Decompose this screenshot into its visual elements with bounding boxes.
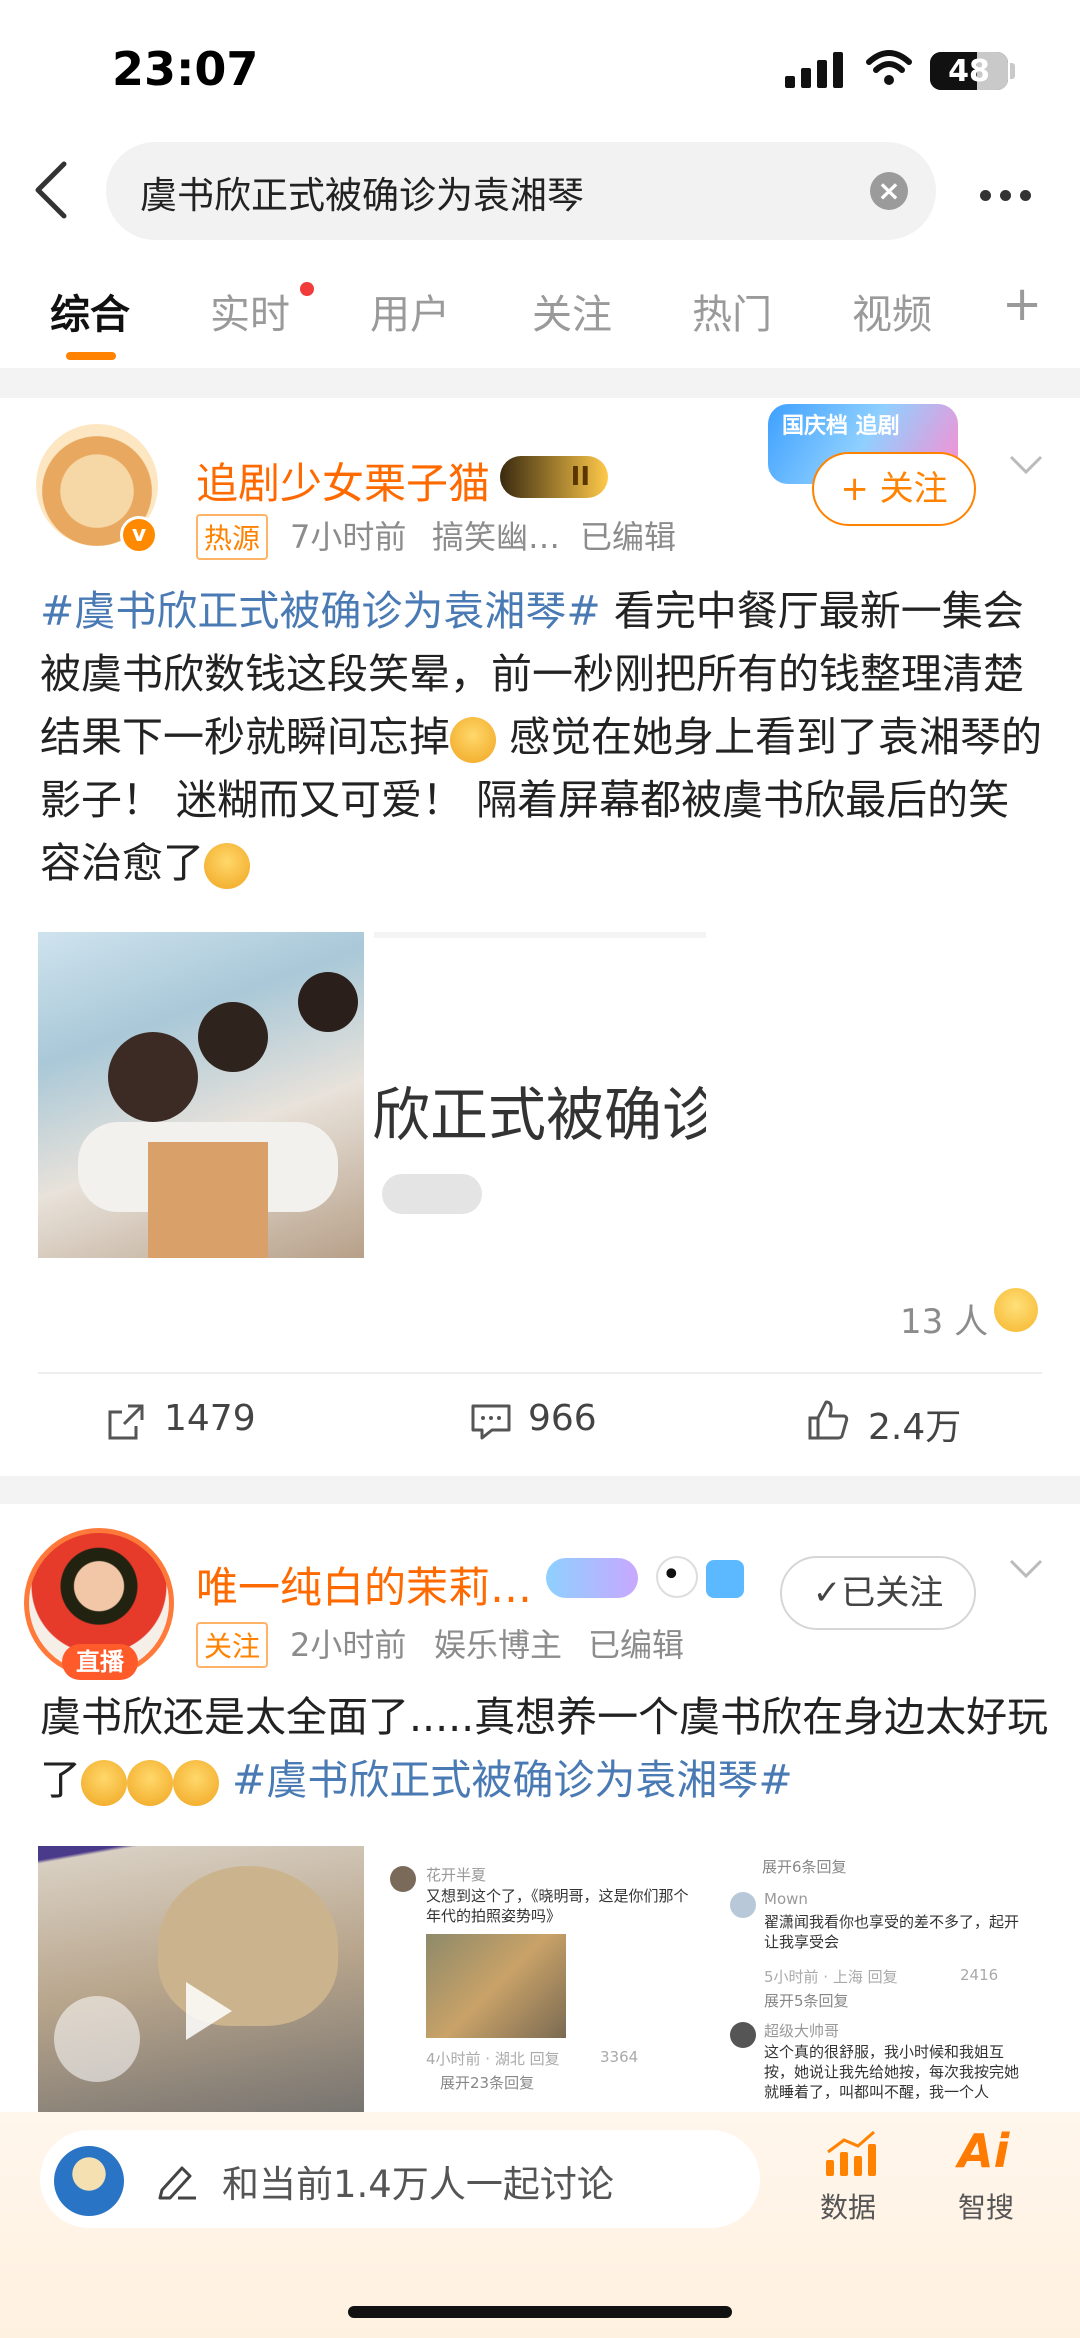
data-label[interactable]: 数据 xyxy=(820,2186,876,2226)
like-icon[interactable] xyxy=(806,1398,850,1442)
comment-user: Mown xyxy=(764,1890,808,1908)
tab-comprehensive[interactable]: 综合 xyxy=(50,282,130,340)
post2-time: 2小时前 xyxy=(290,1626,407,1664)
post2-badges xyxy=(546,1556,746,1602)
ai-search-label[interactable]: 智搜 xyxy=(958,2186,1014,2226)
post2-comment-screenshot-1[interactable]: 花开半夏 又想到这个了，《晓明哥，这是你们那个年代的拍照姿势吗》 4小时前 · … xyxy=(374,1846,706,2112)
comment-user: 花开半夏 xyxy=(426,1866,487,1884)
post1-image-2[interactable]: 欣正式被确诊 xyxy=(374,932,706,1258)
new-content-dot xyxy=(300,282,314,296)
comment-meta: 4小时前 · 湖北 回复 xyxy=(426,2050,560,2068)
comment-expand: 展开5条回复 xyxy=(764,1992,849,2010)
live-badge: 直播 xyxy=(62,1644,138,1680)
follow-button[interactable]: + 关注 xyxy=(812,452,976,526)
crying-face-emoji-icon xyxy=(81,1760,127,1806)
tab-realtime[interactable]: 实时 xyxy=(210,282,290,340)
wifi-icon xyxy=(866,50,912,85)
post2-hashtag[interactable]: #虞书欣正式被确诊为袁湘琴# xyxy=(232,1756,793,1804)
verified-icon: v xyxy=(120,516,158,554)
hot-source-tag: 热源 xyxy=(196,514,269,560)
post2-edited: 已编辑 xyxy=(588,1626,685,1664)
post1-username[interactable]: 追剧少女栗子猫 xyxy=(196,450,490,511)
post1-text: #虞书欣正式被确诊为袁湘琴# 看完中餐厅最新一集会被虞书欣数钱这段笑晕，前一秒刚… xyxy=(40,580,1050,895)
post1-image-1[interactable] xyxy=(38,932,364,1258)
comment-text: 这个真的很舒服，我小时候和我姐互按，她说让我先给她按，每次我按完她就睡着了，叫都… xyxy=(764,2043,1020,2101)
home-indicator[interactable] xyxy=(348,2306,732,2318)
tab-video[interactable]: 视频 xyxy=(852,282,936,340)
post-divider xyxy=(0,1476,1080,1504)
clear-search-icon[interactable]: × xyxy=(870,172,908,210)
post1-action-divider xyxy=(38,1372,1042,1374)
post1-time: 7小时前 xyxy=(290,518,407,556)
comment-likes: 3364 xyxy=(600,2048,639,2066)
user-avatar[interactable] xyxy=(54,2146,124,2216)
play-icon[interactable] xyxy=(178,1976,238,2046)
comment-expand: 展开23条回复 xyxy=(440,2074,535,2092)
comment-text: 翟潇闻我看你也享受的差不多了，起开让我享受会 xyxy=(764,1913,1020,1951)
post1-edited: 已编辑 xyxy=(580,518,677,556)
dog-face-emoji-icon xyxy=(450,717,496,763)
following-button[interactable]: ✓已关注 xyxy=(780,1556,976,1630)
comment-user: 超级大帅哥 xyxy=(764,2022,840,2040)
comment-likes: 2416 xyxy=(960,1966,999,1984)
promo-badge-text: 国庆档 追剧 xyxy=(782,414,900,439)
discussion-placeholder[interactable]: 和当前1.4万人一起讨论 xyxy=(222,2154,614,2208)
cellular-signal-icon xyxy=(785,52,843,88)
repost-count[interactable]: 1479 xyxy=(164,1398,256,1439)
active-tab-indicator xyxy=(66,352,116,360)
add-tab-icon[interactable]: + xyxy=(1002,276,1042,332)
post1-source: 搞笑幽… xyxy=(432,518,561,556)
comment-text: 又想到这个了，《晓明哥，这是你们那个年代的拍照姿势吗》 xyxy=(426,1887,689,1925)
ai-search-icon[interactable]: Ai xyxy=(958,2124,1009,2178)
more-options-icon[interactable] xyxy=(980,186,1040,201)
reaction-count[interactable]: 13 人 xyxy=(900,1294,988,1343)
comment-expand-top: 展开6条回复 xyxy=(762,1858,847,1876)
comment-icon[interactable] xyxy=(470,1402,512,1442)
grin-emoji-icon xyxy=(994,1288,1038,1332)
crying-face-emoji-icon xyxy=(204,843,250,889)
comment-meta: 5小时前 · 上海 回复 xyxy=(764,1968,898,1986)
battery-icon: 48 xyxy=(930,52,1008,90)
tab-users[interactable]: 用户 xyxy=(370,282,450,340)
dog-sticker-icon xyxy=(54,1996,140,2082)
section-divider xyxy=(0,368,1080,398)
crying-face-emoji-icon xyxy=(127,1760,173,1806)
following-tag: 关注 xyxy=(196,1622,269,1668)
vip-level-text: II xyxy=(570,462,590,492)
post2-source: 娱乐博主 xyxy=(434,1626,563,1664)
search-query[interactable]: 虞书欣正式被确诊为袁湘琴 xyxy=(140,165,584,219)
post2-username[interactable]: 唯一纯白的茉莉… xyxy=(196,1554,532,1615)
image-caption: 欣正式被确诊 xyxy=(374,1081,706,1149)
post2-comment-screenshot-2[interactable]: 展开6条回复 Mown 翟潇闻我看你也享受的差不多了，起开让我享受会 5小时前 … xyxy=(716,1846,1042,2112)
post2-text: 虞书欣还是太全面了.....真想养一个虞书欣在身边太好玩了 #虞书欣正式被确诊为… xyxy=(40,1686,1050,1812)
like-count[interactable]: 2.4万 xyxy=(868,1398,961,1450)
vip-level-badge: II xyxy=(500,456,608,498)
data-chart-icon[interactable] xyxy=(822,2130,878,2178)
battery-tip xyxy=(1010,63,1015,79)
repost-icon[interactable] xyxy=(106,1402,146,1442)
crying-face-emoji-icon xyxy=(173,1760,219,1806)
chevron-down-icon[interactable] xyxy=(1008,454,1044,476)
pencil-icon xyxy=(158,2166,196,2200)
chevron-down-icon[interactable] xyxy=(1008,1558,1044,1580)
post1-hashtag[interactable]: #虞书欣正式被确诊为袁湘琴# xyxy=(40,587,601,635)
tab-hot[interactable]: 热门 xyxy=(692,282,772,340)
status-time: 23:07 xyxy=(112,42,259,96)
back-arrow-icon[interactable] xyxy=(28,160,76,220)
battery-level: 48 xyxy=(948,54,990,89)
comment-count[interactable]: 966 xyxy=(528,1398,597,1439)
video-badge-icon xyxy=(706,1560,744,1598)
post2-video-thumbnail[interactable] xyxy=(38,1846,364,2146)
tab-following[interactable]: 关注 xyxy=(532,282,612,340)
panda-badge-icon xyxy=(656,1556,698,1598)
